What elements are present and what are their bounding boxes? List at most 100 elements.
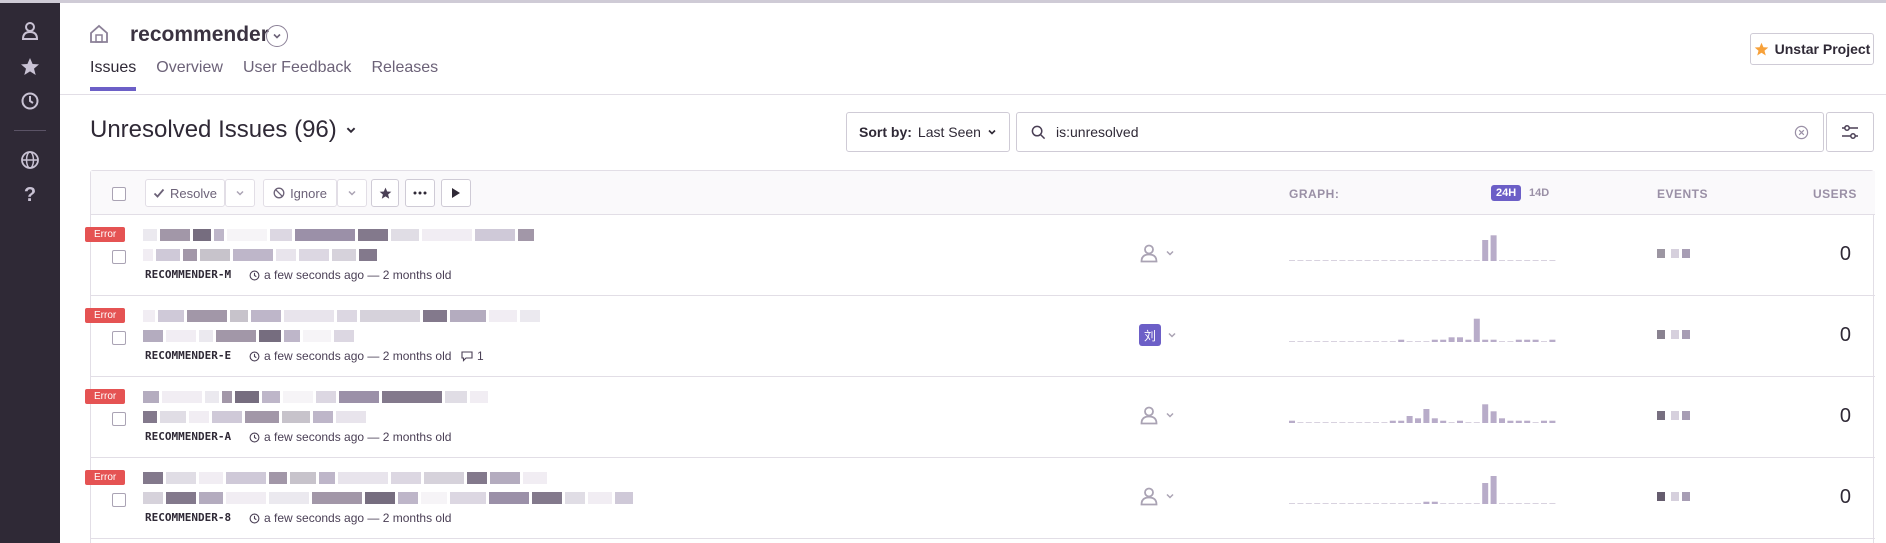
spark-bar [1289,503,1295,504]
issue-checkbox[interactable] [112,331,126,345]
project-selector-dropdown[interactable] [266,25,288,47]
tab-overview[interactable]: Overview [156,59,223,91]
spark-bar [1431,260,1438,261]
history-icon[interactable] [16,87,44,115]
spark-bar [1423,501,1430,504]
globe-icon[interactable] [16,146,44,174]
spark-bar [1499,418,1505,423]
spark-bar [1347,341,1354,342]
graph-range-14d[interactable]: 14D [1526,185,1552,201]
unstar-project-button[interactable]: Unstar Project [1750,33,1874,65]
issue-age-text: a few seconds ago — 2 months old [264,349,452,363]
issue-comments[interactable]: 1 [461,349,484,363]
issue-row[interactable]: Error RECOMMENDER-E a few seconds ago — 2 … [85,296,1875,377]
issue-age-text: a few seconds ago — 2 months old [264,511,452,525]
error-level-badge: Error [85,227,126,242]
assignee-selector[interactable] [1139,486,1175,506]
ignore-button[interactable]: Ignore [263,179,337,207]
spark-bar [1482,339,1489,342]
error-level-badge: Error [85,389,126,404]
search-input[interactable]: is:unresolved [1016,112,1824,152]
ellipsis-icon [413,191,427,195]
assignee-selector[interactable]: 刘 [1139,324,1177,346]
spark-bar [1347,260,1354,261]
spark-bar [1482,404,1489,423]
issue-row[interactable]: Error RECOMMENDER-M a few seconds ago — 2 … [85,215,1875,296]
issue-row[interactable]: Error RECOMMENDER-8 a few seconds ago — 2 … [85,458,1875,539]
assignee-selector[interactable] [1139,243,1175,263]
spark-bar [1532,503,1539,504]
spark-bar [1541,503,1547,504]
resolve-dropdown[interactable] [225,179,255,207]
page-title[interactable]: Unresolved Issues (96) [90,116,357,144]
tab-releases[interactable]: Releases [371,59,438,91]
spark-bar [1499,503,1505,504]
spark-bar [1314,422,1321,423]
chevron-down-icon [236,190,244,196]
spark-bar [1339,503,1346,504]
advanced-filter-button[interactable] [1826,112,1874,152]
spark-bar [1549,339,1556,342]
spark-bar [1440,503,1447,504]
spark-bar [1398,503,1405,504]
spark-bar [1289,341,1295,342]
spark-bar [1507,260,1514,261]
issue-short-id[interactable]: RECOMMENDER-E [145,349,231,362]
redacted-event-count [1657,245,1690,263]
issue-checkbox[interactable] [112,493,126,507]
spark-bar [1297,260,1304,261]
issue-timestamps: a few seconds ago — 2 months old [249,268,451,282]
spark-bar [1431,339,1438,342]
issue-short-id[interactable]: RECOMMENDER-8 [145,511,231,524]
spark-bar [1364,341,1371,342]
redacted-event-count [1657,326,1690,344]
spark-bar [1398,260,1405,261]
redacted-text [143,472,547,484]
ignore-icon [273,187,285,199]
user-count: 0 [1839,243,1851,265]
help-icon[interactable]: ? [16,181,44,209]
spark-bar [1440,339,1447,342]
spark-bar [1356,260,1363,261]
play-icon [452,188,460,198]
graph-range-24h[interactable]: 24H [1491,185,1522,201]
assignee-selector[interactable] [1139,405,1175,425]
clock-icon [249,432,260,442]
user-count: 0 [1839,486,1851,508]
user-icon [1140,406,1158,425]
star-icon [1754,42,1768,55]
select-all-checkbox[interactable] [112,187,126,201]
spark-bar [1448,503,1455,504]
star-icon[interactable] [16,53,44,81]
issue-checkbox[interactable] [112,250,126,264]
spark-bar [1347,422,1354,423]
sort-dropdown[interactable]: Sort by: Last Seen [846,112,1010,152]
spark-bar [1423,409,1430,423]
bookmark-button[interactable] [371,179,399,207]
issue-short-id[interactable]: RECOMMENDER-A [145,430,231,443]
clock-icon [249,270,260,280]
ignore-dropdown[interactable] [337,179,367,207]
resolve-button[interactable]: Resolve [145,179,225,207]
issue-short-id[interactable]: RECOMMENDER-M [145,268,231,281]
spark-bar [1331,422,1337,423]
tab-user-feedback[interactable]: User Feedback [243,59,352,91]
issue-row[interactable]: Error RECOMMENDER-A a few seconds ago — 2 … [85,377,1875,458]
spark-bar [1339,341,1346,342]
user-icon[interactable] [16,17,44,45]
clear-search-icon[interactable] [1794,125,1809,143]
spark-bar [1465,260,1472,261]
spark-bar [1297,503,1304,504]
spark-bar [1398,420,1405,423]
spark-bar [1423,341,1430,342]
spark-bar [1482,240,1489,261]
spark-bar [1356,341,1363,342]
more-actions-button[interactable] [405,179,435,207]
spark-bar [1322,422,1329,423]
spark-bar [1541,260,1547,261]
issue-checkbox[interactable] [112,412,126,426]
spark-bar [1499,260,1505,261]
redacted-text [143,249,377,261]
realtime-play-button[interactable] [441,179,471,207]
tab-issues[interactable]: Issues [90,59,137,91]
